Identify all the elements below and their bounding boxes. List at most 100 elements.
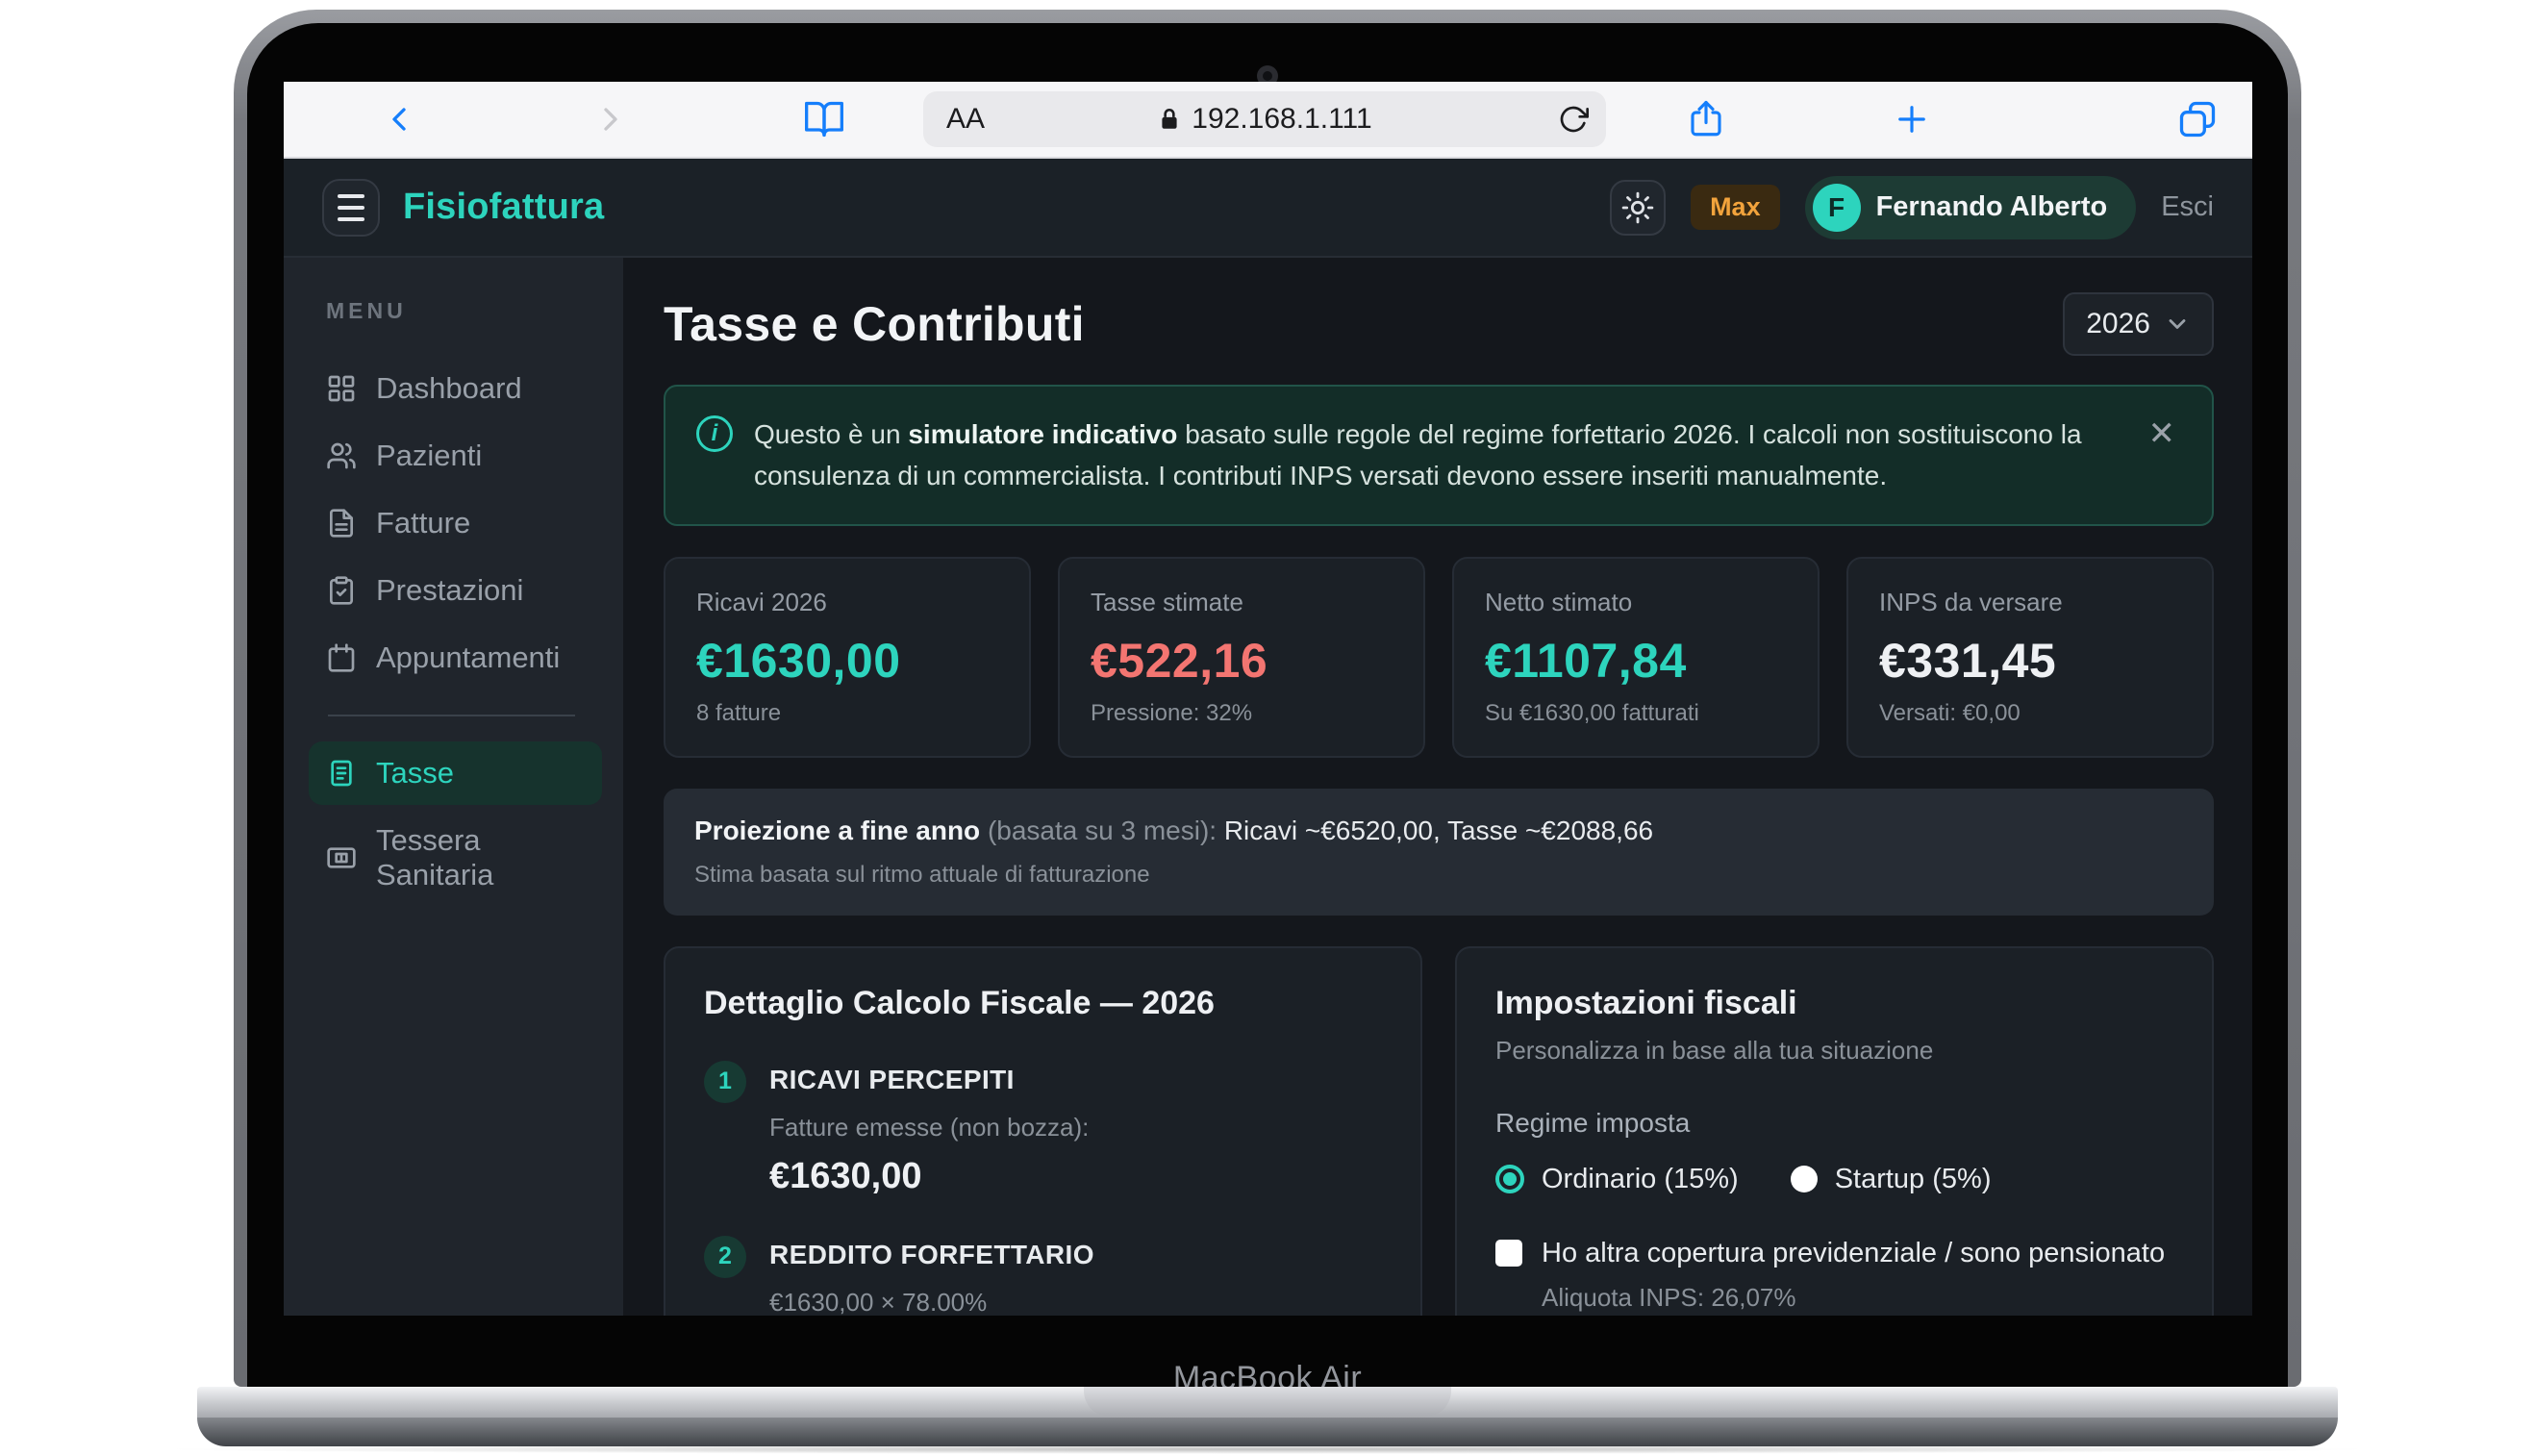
- step-value: €1630,00: [769, 1156, 1089, 1197]
- book-icon: [803, 98, 845, 140]
- stat-label: INPS da versare: [1879, 588, 2181, 617]
- other-coverage-checkbox[interactable]: Ho altra copertura previdenziale / sono …: [1495, 1238, 2173, 1269]
- sidebar-item-label: Prestazioni: [376, 573, 523, 608]
- plan-badge: Max: [1691, 185, 1780, 230]
- main-content: Tasse e Contributi 2026 i Questo è un si…: [623, 258, 2252, 1316]
- logout-link[interactable]: Esci: [2161, 191, 2214, 223]
- card-icon: [326, 842, 357, 873]
- laptop-base-notch: [1084, 1387, 1451, 1418]
- checkbox-label: Ho altra copertura previdenziale / sono …: [1542, 1238, 2165, 1269]
- grid-icon: [326, 373, 357, 404]
- stat-card-inps: INPS da versare €331,45 Versati: €0,00: [1846, 557, 2214, 758]
- step-number: 1: [704, 1061, 746, 1103]
- users-icon: [326, 440, 357, 471]
- calc-step-2: 2 REDDITO FORFETTARIO €1630,00 × 78.00% …: [704, 1240, 1382, 1316]
- stat-cards: Ricavi 2026 €1630,00 8 fatture Tasse sti…: [664, 557, 2214, 758]
- stat-sub: Versati: €0,00: [1879, 700, 2181, 727]
- stat-value: €331,45: [1879, 633, 2181, 689]
- sidebar: MENU Dashboard Pazienti Fatture: [284, 258, 623, 1316]
- laptop-base-bottom: [197, 1418, 2338, 1446]
- aliquota-note: Aliquota INPS: 26,07%: [1542, 1283, 2173, 1313]
- stage: MacBook Air AA 192.168.1.111: [0, 0, 2535, 1456]
- laptop-base: [197, 1387, 2338, 1418]
- address-bar[interactable]: AA 192.168.1.111: [923, 91, 1606, 147]
- refresh-icon: [1558, 104, 1589, 135]
- info-banner: i Questo è un simulatore indicativo basa…: [664, 385, 2214, 526]
- radio-label: Ordinario (15%): [1542, 1164, 1739, 1195]
- tabs-overview-button[interactable]: [2176, 98, 2219, 140]
- stat-sub: Pressione: 32%: [1091, 700, 1393, 727]
- regime-label: Regime imposta: [1495, 1108, 2173, 1139]
- stat-sub: Su €1630,00 fatturati: [1485, 700, 1787, 727]
- share-button[interactable]: [1686, 99, 1726, 139]
- tax-settings-panel: Impostazioni fiscali Personalizza in bas…: [1455, 946, 2214, 1316]
- radio-selected-icon: [1495, 1165, 1524, 1193]
- stat-label: Ricavi 2026: [696, 588, 998, 617]
- sidebar-item-tasse[interactable]: Tasse: [309, 741, 602, 805]
- checkbox-icon: [1495, 1240, 1522, 1267]
- sidebar-item-label: Tessera Sanitaria: [376, 823, 587, 892]
- clipboard-check-icon: [326, 575, 357, 606]
- tax-detail-panel: Dettaglio Calcolo Fiscale — 2026 1 RICAV…: [664, 946, 1422, 1316]
- browser-toolbar: AA 192.168.1.111: [284, 82, 2252, 159]
- sidebar-item-tessera-sanitaria[interactable]: Tessera Sanitaria: [309, 809, 602, 907]
- radio-ordinario[interactable]: Ordinario (15%): [1495, 1164, 1739, 1195]
- settings-panel-subtitle: Personalizza in base alla tua situazione: [1495, 1036, 2173, 1066]
- year-select-value: 2026: [2086, 308, 2150, 340]
- user-menu[interactable]: F Fernando Alberto: [1805, 176, 2137, 239]
- sidebar-item-appuntamenti[interactable]: Appuntamenti: [309, 626, 602, 690]
- browser-forward-button[interactable]: [591, 100, 630, 138]
- receipt-icon: [326, 758, 357, 789]
- bookmarks-button[interactable]: [803, 98, 845, 140]
- info-banner-text: Questo è un simulatore indicativo basato…: [754, 414, 2118, 497]
- step-number: 2: [704, 1236, 746, 1278]
- sidebar-item-label: Appuntamenti: [376, 640, 560, 675]
- lock-icon: [1157, 107, 1182, 132]
- app-logo: Fisiofattura: [403, 187, 604, 228]
- menu-toggle-button[interactable]: [322, 179, 380, 237]
- projection-basis: (basata su 3 mesi):: [980, 816, 1217, 845]
- new-tab-button[interactable]: [1892, 99, 1932, 139]
- theme-toggle-button[interactable]: [1610, 180, 1666, 236]
- sidebar-divider: [328, 715, 575, 716]
- close-icon[interactable]: ✕: [2148, 417, 2176, 450]
- step-title: REDDITO FORFETTARIO: [769, 1240, 1094, 1270]
- share-icon: [1686, 99, 1726, 139]
- laptop-shadow: [154, 1444, 2381, 1454]
- screen: AA 192.168.1.111: [284, 82, 2252, 1316]
- stat-card-ricavi: Ricavi 2026 €1630,00 8 fatture: [664, 557, 1031, 758]
- sidebar-item-label: Tasse: [376, 756, 454, 791]
- stat-value: €1630,00: [696, 633, 998, 689]
- sidebar-item-fatture[interactable]: Fatture: [309, 491, 602, 555]
- year-select[interactable]: 2026: [2063, 292, 2214, 356]
- stat-value: €522,16: [1091, 633, 1393, 689]
- sidebar-item-label: Pazienti: [376, 439, 482, 473]
- plus-icon: [1892, 99, 1932, 139]
- stat-card-netto: Netto stimato €1107,84 Su €1630,00 fattu…: [1452, 557, 1820, 758]
- projection-title: Proiezione a fine anno: [694, 816, 980, 845]
- app-header: Fisiofattura Max F Fernando Alberto Esci: [284, 159, 2252, 258]
- detail-panel-title: Dettaglio Calcolo Fiscale — 2026: [704, 985, 1382, 1022]
- stat-label: Tasse stimate: [1091, 588, 1393, 617]
- calc-step-1: 1 RICAVI PERCEPITI Fatture emesse (non b…: [704, 1065, 1382, 1197]
- page-title: Tasse e Contributi: [664, 296, 1085, 352]
- info-icon: i: [696, 415, 733, 452]
- app-root: Fisiofattura Max F Fernando Alberto Esci: [284, 159, 2252, 1316]
- sidebar-item-prestazioni[interactable]: Prestazioni: [309, 559, 602, 622]
- user-name: Fernando Alberto: [1876, 191, 2108, 223]
- chevron-left-icon: [380, 100, 418, 138]
- projection-sub: Stima basata sul ritmo attuale di fattur…: [694, 862, 2183, 889]
- chevron-right-icon: [591, 100, 630, 138]
- radio-startup[interactable]: Startup (5%): [1791, 1164, 1992, 1195]
- avatar: F: [1813, 184, 1861, 232]
- refresh-button[interactable]: [1558, 104, 1589, 135]
- reader-text-size-button[interactable]: AA: [946, 103, 985, 136]
- sun-icon: [1621, 191, 1654, 224]
- stat-value: €1107,84: [1485, 633, 1787, 689]
- sidebar-item-dashboard[interactable]: Dashboard: [309, 357, 602, 420]
- settings-panel-title: Impostazioni fiscali: [1495, 985, 2173, 1022]
- browser-back-button[interactable]: [380, 100, 418, 138]
- stat-label: Netto stimato: [1485, 588, 1787, 617]
- sidebar-item-pazienti[interactable]: Pazienti: [309, 424, 602, 488]
- tabs-icon: [2176, 98, 2219, 140]
